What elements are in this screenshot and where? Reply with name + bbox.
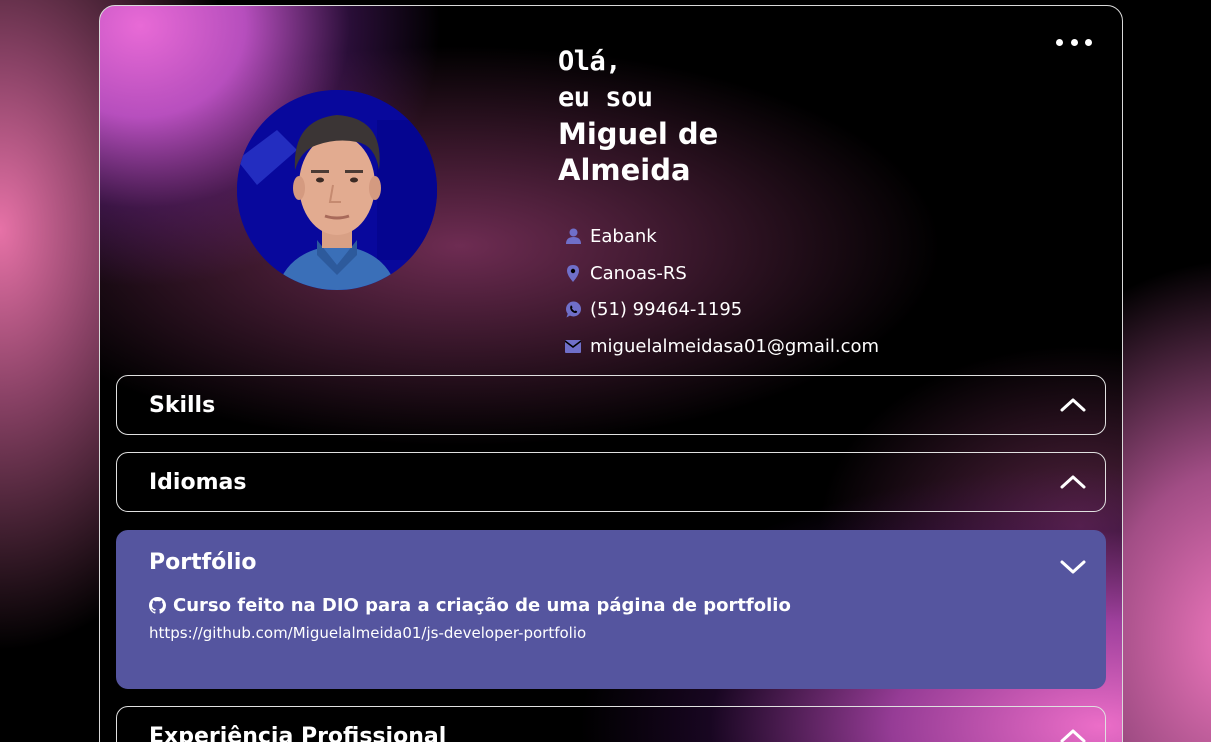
phone-row: (51) 99464-1195 bbox=[564, 291, 879, 328]
skills-accordion-header[interactable]: Skills bbox=[117, 376, 1105, 434]
chevron-up-icon[interactable] bbox=[1059, 726, 1087, 742]
portfolio-accordion-header[interactable]: Portfólio bbox=[117, 531, 1105, 593]
whatsapp-icon bbox=[564, 301, 582, 319]
intro: Olá, eu sou Miguel de Almeida bbox=[558, 44, 718, 188]
location-pin-icon bbox=[564, 264, 582, 282]
skills-accordion[interactable]: Skills bbox=[116, 375, 1106, 435]
location-row: Canoas-RS bbox=[564, 255, 879, 292]
name-line-2: Almeida bbox=[558, 153, 691, 187]
github-icon bbox=[149, 597, 166, 614]
experience-accordion-header[interactable]: Experiência Profissional bbox=[117, 707, 1105, 742]
avatar bbox=[237, 90, 437, 290]
profile-card: Olá, eu sou Miguel de Almeida Eabank Can… bbox=[99, 5, 1123, 742]
name-line-1: Miguel de bbox=[558, 117, 719, 151]
email-row: miguelalmeidasa01@gmail.com bbox=[564, 328, 879, 365]
chevron-up-icon[interactable] bbox=[1059, 395, 1087, 415]
intro-text: eu sou bbox=[558, 82, 653, 113]
phone-text: (51) 99464-1195 bbox=[590, 299, 743, 321]
email-text: miguelalmeidasa01@gmail.com bbox=[590, 335, 880, 357]
project-title-text: Curso feito na DIO para a criação de uma… bbox=[173, 595, 791, 616]
user-icon bbox=[564, 227, 582, 245]
portfolio-content: Curso feito na DIO para a criação de uma… bbox=[117, 593, 1105, 643]
job-text: Eabank bbox=[590, 225, 657, 247]
project-link[interactable]: https://github.com/Miguelalmeida01/js-de… bbox=[149, 624, 586, 642]
more-options-button[interactable] bbox=[1056, 33, 1092, 51]
job-row: Eabank bbox=[564, 218, 879, 255]
portfolio-title: Portfólio bbox=[149, 549, 257, 575]
languages-accordion-header[interactable]: Idiomas bbox=[117, 453, 1105, 511]
project-item: Curso feito na DIO para a criação de uma… bbox=[149, 595, 1073, 616]
chevron-up-icon[interactable] bbox=[1059, 472, 1087, 492]
contact-info-list: Eabank Canoas-RS (51) 99464-1195 miguela… bbox=[564, 218, 879, 365]
experience-title: Experiência Profissional bbox=[149, 723, 447, 742]
more-dot-icon bbox=[1085, 38, 1092, 46]
profile-photo bbox=[237, 90, 437, 290]
skills-title: Skills bbox=[149, 392, 216, 418]
more-dot-icon bbox=[1070, 38, 1078, 46]
chevron-down-icon[interactable] bbox=[1059, 557, 1087, 577]
envelope-icon bbox=[564, 337, 582, 355]
location-text: Canoas-RS bbox=[590, 262, 687, 284]
more-dot-icon bbox=[1056, 38, 1063, 46]
greeting-text: Olá, bbox=[558, 46, 622, 77]
experience-accordion[interactable]: Experiência Profissional bbox=[116, 706, 1106, 742]
page-background: Olá, eu sou Miguel de Almeida Eabank Can… bbox=[0, 0, 1211, 742]
portfolio-accordion[interactable]: Portfólio Curso feito na DIO para a cria… bbox=[116, 530, 1106, 689]
languages-title: Idiomas bbox=[149, 469, 247, 495]
languages-accordion[interactable]: Idiomas bbox=[116, 452, 1106, 512]
